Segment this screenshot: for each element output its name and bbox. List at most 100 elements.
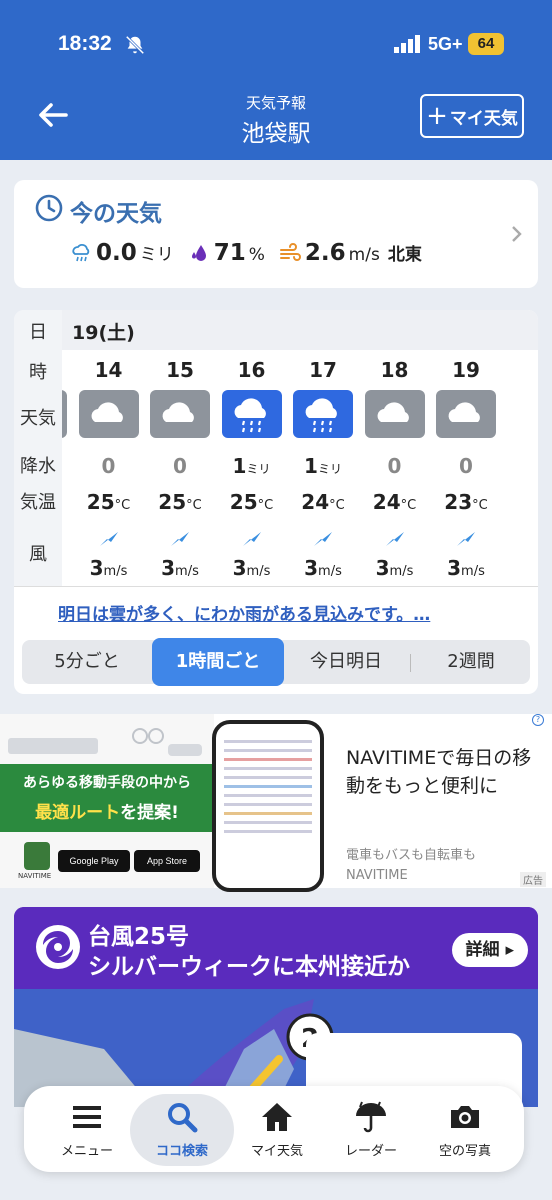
day-bar: 19(土) bbox=[14, 310, 538, 350]
wind-unit: m/s bbox=[348, 245, 380, 265]
current-weather-title: 今の天気 bbox=[70, 201, 162, 227]
tab-today-tomorrow[interactable]: 今日明日 bbox=[284, 640, 408, 684]
temp-cell-value: 25 bbox=[229, 490, 258, 514]
temp-cell-value: 25 bbox=[158, 490, 187, 514]
precip-value: 0.0 bbox=[96, 240, 137, 266]
navitime-ad[interactable]: あらゆる移動手段の中から 最適ルートを提案! NAVITIME Google P… bbox=[0, 714, 552, 892]
current-weather-card[interactable]: 今の天気 0.0 ミリ 71% 2.6 m/s 北東 bbox=[14, 180, 538, 288]
typhoon-title: 台風25号 bbox=[88, 924, 190, 950]
humidity-unit: % bbox=[248, 245, 265, 265]
nav-search[interactable]: ココ検索 bbox=[130, 1094, 234, 1166]
wind-cell-unit: m/s bbox=[246, 564, 271, 579]
hour-label: 14 bbox=[94, 358, 123, 382]
nav-my-weather-label: マイ天気 bbox=[250, 1144, 303, 1159]
ad-band-line1: あらゆる移動手段の中から bbox=[23, 775, 191, 791]
cloud-icon bbox=[364, 390, 425, 438]
humidity-drop-icon bbox=[191, 245, 206, 261]
ad-band-line2: 最適ルートを提案! bbox=[0, 798, 214, 823]
wind-cell-unit: m/s bbox=[461, 564, 485, 579]
hour-label: 18 bbox=[380, 358, 409, 382]
google-play-badge[interactable]: Google Play bbox=[58, 850, 130, 872]
hourly-forecast-card: 19(土) 3025°C3m/s14025°C3m/s15025°C3m/s16… bbox=[14, 310, 538, 694]
precip-cell: 0 bbox=[147, 454, 213, 478]
search-icon bbox=[168, 1103, 198, 1133]
cloud-icon bbox=[78, 390, 139, 438]
hour-label: 17 bbox=[309, 358, 337, 382]
navitime-logo-text: NAVITIME bbox=[18, 872, 52, 880]
temp-cell-unit: °C bbox=[329, 498, 345, 513]
wind-cell-value: 3 bbox=[89, 556, 104, 580]
add-my-weather-label: マイ天気 bbox=[449, 108, 518, 129]
wind-cell-value: 3 bbox=[447, 556, 462, 580]
temp-cell: 24°C bbox=[362, 490, 428, 514]
ad-label: 広告 bbox=[520, 872, 546, 887]
precip-cell: 1ミリ bbox=[290, 454, 356, 478]
forecast-summary-link[interactable]: 明日は雲が多く、にわか雨がある見込みです。… bbox=[58, 600, 430, 625]
precip-cell-value: 0 bbox=[101, 454, 116, 478]
wind-cell: 3m/s bbox=[219, 556, 285, 580]
wind-cell-unit: m/s bbox=[175, 564, 199, 579]
wind-direction: 北東 bbox=[387, 245, 422, 265]
wind-value: 2.6 bbox=[304, 240, 346, 266]
divider bbox=[14, 586, 538, 587]
wind-cell-value: 3 bbox=[375, 556, 390, 580]
label-precip: 降水 bbox=[20, 456, 56, 477]
transport-illustration bbox=[8, 728, 202, 756]
wind-cell: 3m/s bbox=[290, 556, 356, 580]
precip-cell: 0 bbox=[76, 454, 142, 478]
typhoon-details-button[interactable]: 詳細 ▸ bbox=[451, 933, 528, 967]
tab-1hour[interactable]: 1時間ごと bbox=[152, 638, 284, 686]
nav-sky-photos[interactable]: 空の写真 bbox=[420, 1094, 510, 1166]
ad-sub-line1: 電車もバスも自転車も bbox=[346, 848, 477, 863]
hour-column: 14 0 25°C 3m/s bbox=[76, 350, 142, 586]
temp-cell: 25°C bbox=[76, 490, 142, 514]
temp-cell: 25°C bbox=[147, 490, 213, 514]
interval-segmented-control: 5分ごと 1時間ごと 今日明日 2週間 bbox=[22, 638, 530, 686]
hour-column: 17 1ミリ 24°C 3m/s bbox=[290, 350, 356, 586]
app-store-badge[interactable]: App Store bbox=[134, 850, 200, 872]
wind-cell-unit: m/s bbox=[103, 564, 128, 579]
chevron-right-icon bbox=[512, 226, 522, 242]
typhoon-news-card[interactable]: 台風25号 シルバーウィークに本州接近か 詳細 ▸ 2 bbox=[14, 907, 538, 1107]
wind-cell-value: 3 bbox=[232, 556, 247, 580]
nav-radar[interactable]: レーダー bbox=[326, 1094, 416, 1166]
wind-direction-icon bbox=[99, 532, 118, 546]
rain-gauge-icon bbox=[72, 244, 90, 262]
nav-my-weather[interactable]: マイ天気 bbox=[232, 1094, 322, 1166]
home-icon bbox=[262, 1103, 292, 1131]
temp-cell-value: 25 bbox=[86, 490, 115, 514]
precip-cell: 0 bbox=[433, 454, 499, 478]
nav-radar-label: レーダー bbox=[344, 1144, 397, 1159]
camera-icon bbox=[451, 1106, 479, 1128]
typhoon-subtitle: シルバーウィークに本州接近か bbox=[88, 954, 410, 980]
label-time: 時 bbox=[29, 362, 47, 383]
wind-cell: 3m/s bbox=[362, 556, 428, 580]
wind-cell-unit: m/s bbox=[389, 564, 414, 579]
tab-2weeks[interactable]: 2週間 bbox=[412, 640, 530, 684]
current-weather-values: 0.0 ミリ 71% 2.6 m/s 北東 bbox=[70, 240, 436, 266]
temp-cell-unit: °C bbox=[400, 498, 417, 513]
hour-label: 19 bbox=[452, 358, 480, 382]
menu-icon bbox=[73, 1106, 101, 1128]
temp-cell: 25°C bbox=[219, 490, 285, 514]
ad-band: あらゆる移動手段の中から 最適ルートを提案! bbox=[0, 764, 214, 832]
nav-menu[interactable]: メニュー bbox=[42, 1094, 132, 1166]
add-my-weather-button[interactable]: + マイ天気 bbox=[420, 94, 524, 138]
phone-mockup bbox=[212, 720, 324, 892]
status-bar: 18:32 5G+ 64 bbox=[0, 30, 552, 64]
rain-icon bbox=[221, 390, 282, 438]
rain-icon bbox=[293, 390, 353, 438]
tab-5min[interactable]: 5分ごと bbox=[22, 640, 152, 684]
precip-cell-value: 1 bbox=[304, 454, 318, 478]
temp-cell-unit: °C bbox=[114, 498, 131, 513]
wind-cell: 3m/s bbox=[147, 556, 213, 580]
hour-column: 16 1ミリ 25°C 3m/s bbox=[219, 350, 285, 586]
ad-subtext: 電車もバスも自転車も NAVITIME bbox=[346, 846, 476, 886]
temp-cell: 23°C bbox=[433, 490, 499, 514]
temp-cell-unit: °C bbox=[186, 498, 202, 513]
temp-cell-value: 24 bbox=[372, 490, 401, 514]
ad-info-icon[interactable]: ? bbox=[532, 714, 544, 726]
wind-direction-icon bbox=[457, 532, 475, 546]
ad-sub-line2: NAVITIME bbox=[346, 868, 408, 883]
ad-band-highlight2: ルート bbox=[69, 803, 121, 823]
